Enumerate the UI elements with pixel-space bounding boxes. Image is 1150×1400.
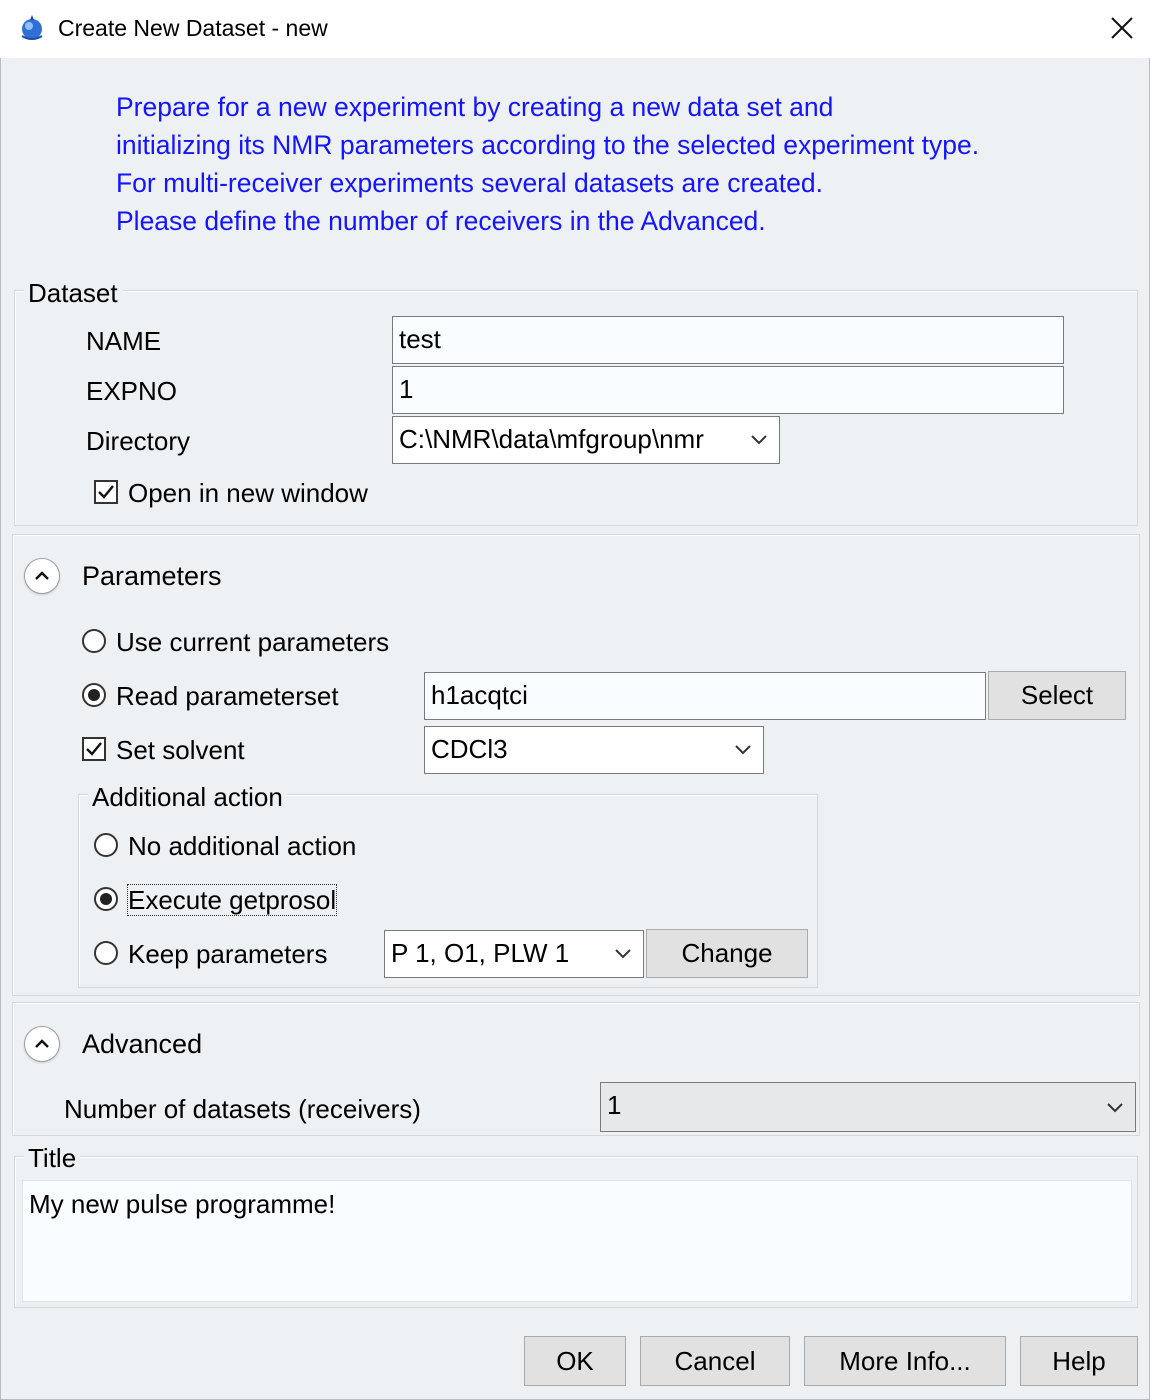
title-legend: Title (24, 1143, 81, 1173)
checkmark-icon (98, 485, 114, 499)
title-textarea[interactable]: My new pulse programme! (22, 1180, 1132, 1302)
close-button[interactable] (1096, 4, 1148, 52)
paramset-input[interactable]: h1acqtci (424, 672, 986, 720)
select-button[interactable]: Select (988, 671, 1126, 720)
receivers-value: 1 (607, 1090, 622, 1120)
intro-line: initializing its NMR parameters accordin… (116, 130, 980, 160)
parameters-title: Parameters (82, 561, 222, 591)
read-paramset-radio[interactable] (82, 683, 106, 707)
change-button[interactable]: Change (646, 929, 808, 978)
expno-input[interactable]: 1 (392, 366, 1064, 414)
keep-parameters-label: Keep parameters (128, 939, 328, 969)
set-solvent-label: Set solvent (116, 735, 245, 765)
checkmark-icon (86, 742, 102, 756)
no-action-radio[interactable] (94, 833, 118, 857)
directory-label: Directory (86, 426, 191, 456)
close-icon (1111, 17, 1133, 39)
intro-line: For multi-receiver experiments several d… (116, 168, 823, 198)
chevron-up-icon (35, 571, 49, 580)
keep-parameters-radio[interactable] (94, 941, 118, 965)
parameters-collapse-button[interactable] (24, 558, 60, 594)
chevron-down-icon (1107, 1103, 1123, 1113)
name-label: NAME (86, 326, 162, 356)
execute-getprosol-radio[interactable] (94, 887, 118, 911)
use-current-radio[interactable] (82, 629, 106, 653)
keep-parameters-select[interactable]: P 1, O1, PLW 1 (384, 930, 644, 978)
intro-text: Prepare for a new experiment by creating… (116, 88, 979, 240)
more-info-button[interactable]: More Info... (804, 1336, 1006, 1386)
cancel-button[interactable]: Cancel (640, 1336, 790, 1386)
help-button[interactable]: Help (1020, 1336, 1138, 1386)
title-bar: Create New Dataset - new (0, 0, 1150, 58)
intro-line: Please define the number of receivers in… (116, 206, 766, 236)
open-new-window-label: Open in new window (128, 478, 368, 508)
receivers-select[interactable]: 1 (600, 1082, 1136, 1132)
topspin-app-icon (18, 14, 46, 42)
use-current-label: Use current parameters (116, 627, 390, 657)
chevron-up-icon (35, 1039, 49, 1048)
advanced-title: Advanced (82, 1029, 203, 1059)
chevron-down-icon (751, 435, 767, 445)
chevron-down-icon (735, 745, 751, 755)
dataset-legend: Dataset (24, 278, 122, 308)
open-new-window-checkbox[interactable] (94, 480, 118, 504)
expno-label: EXPNO (86, 376, 178, 406)
intro-line: Prepare for a new experiment by creating… (116, 92, 834, 122)
keep-parameters-value: P 1, O1, PLW 1 (391, 938, 570, 968)
solvent-select[interactable]: CDCl3 (424, 726, 764, 774)
solvent-value: CDCl3 (431, 734, 508, 764)
receivers-label: Number of datasets (receivers) (64, 1094, 421, 1124)
additional-action-legend: Additional action (88, 782, 287, 812)
directory-value: C:\NMR\data\mfgroup\nmr (399, 424, 704, 454)
set-solvent-checkbox[interactable] (82, 737, 106, 761)
no-action-label: No additional action (128, 831, 357, 861)
ok-button[interactable]: OK (524, 1336, 626, 1386)
read-paramset-label: Read parameterset (116, 681, 339, 711)
directory-select[interactable]: C:\NMR\data\mfgroup\nmr (392, 416, 780, 464)
execute-getprosol-label: Execute getprosol (126, 884, 338, 916)
name-input[interactable]: test (392, 316, 1064, 364)
advanced-collapse-button[interactable] (24, 1026, 60, 1062)
window-title: Create New Dataset - new (58, 15, 328, 41)
chevron-down-icon (615, 949, 631, 959)
